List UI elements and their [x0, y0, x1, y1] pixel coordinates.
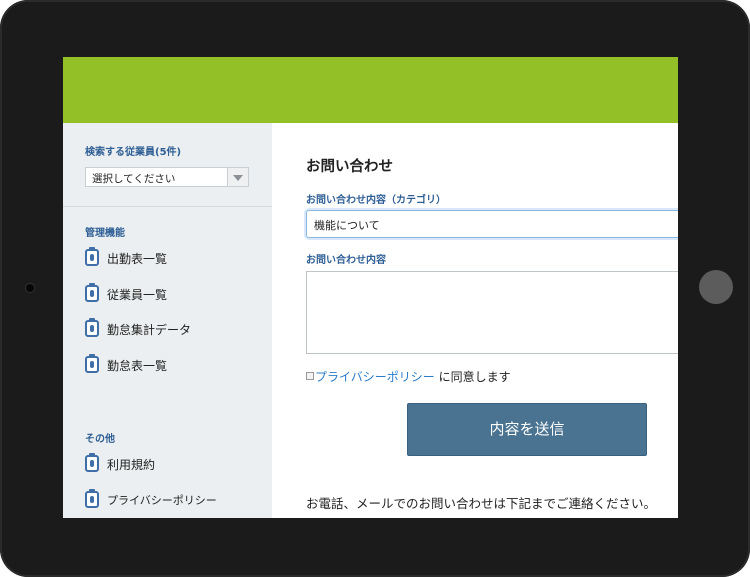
submit-button[interactable]: 内容を送信: [407, 403, 647, 456]
sidebar-item-label: 勤怠集計データ: [107, 323, 192, 337]
content-textarea[interactable]: [306, 271, 678, 354]
admin-heading: 管理機能: [85, 228, 125, 239]
category-label: お問い合わせ内容（カテゴリ）: [306, 195, 446, 206]
contact-note: お電話、メールでのお問い合わせは下記までご連絡ください。: [306, 496, 657, 511]
employee-search-heading: 検索する従業員(5件): [85, 147, 182, 158]
content-label: お問い合わせ内容: [306, 255, 386, 266]
sidebar-item-label: 出勤表一覧: [107, 252, 168, 266]
employee-select-value: 選択してください: [92, 173, 176, 185]
lock-clipboard-icon: [85, 489, 99, 508]
tablet-frame: 検索する従業員(5件) 選択してください 管理機能 出勤表一覧 従業員一覧 勤怠…: [0, 0, 750, 577]
clipboard-icon: [85, 354, 99, 373]
sidebar-item-label: プライバシーポリシー: [107, 494, 217, 507]
clipboard-icon: [85, 318, 99, 337]
category-value: 機能について: [314, 219, 380, 232]
home-button[interactable]: [699, 270, 733, 304]
clipboard-icon: [85, 453, 99, 472]
contact-form: お問い合わせ お問い合わせ内容（カテゴリ） 機能について お問い合わせ内容 プラ…: [272, 123, 678, 518]
clipboard-icon: [85, 283, 99, 302]
category-input[interactable]: 機能について: [306, 210, 678, 238]
app-header: [63, 57, 678, 123]
chevron-down-icon[interactable]: [227, 168, 248, 186]
camera-icon: [26, 284, 34, 292]
sidebar-item-label: 利用規約: [107, 458, 156, 472]
privacy-policy-link[interactable]: プライバシーポリシー: [315, 370, 435, 384]
sidebar: 検索する従業員(5件) 選択してください 管理機能 出勤表一覧 従業員一覧 勤怠…: [63, 123, 272, 518]
screen: 検索する従業員(5件) 選択してください 管理機能 出勤表一覧 従業員一覧 勤怠…: [63, 57, 678, 518]
sidebar-item-label: 勤怠表一覧: [107, 359, 168, 373]
privacy-consent-checkbox[interactable]: [306, 372, 314, 380]
clipboard-icon: [85, 247, 99, 266]
sidebar-item-label: 従業員一覧: [107, 288, 168, 302]
privacy-consent-text: プライバシーポリシー に同意します: [315, 368, 511, 385]
employee-select[interactable]: 選択してください: [85, 167, 249, 187]
page-title: お問い合わせ: [306, 159, 393, 175]
sidebar-divider: [63, 206, 272, 207]
other-heading: その他: [85, 434, 115, 445]
consent-label: に同意します: [434, 370, 511, 384]
